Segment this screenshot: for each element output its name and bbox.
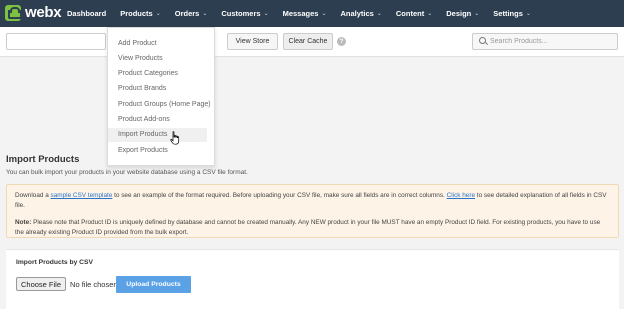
selected-file-status: No file chosen xyxy=(70,279,118,289)
chevron-down-icon: ⌄ xyxy=(321,11,327,17)
nav-item-label: Dashboard xyxy=(67,9,107,18)
choose-file-button[interactable]: Choose File xyxy=(16,277,67,291)
products-dropdown-menu: Add Product View Products Product Categori… xyxy=(107,27,215,166)
field-explanation-link[interactable]: Click here xyxy=(447,192,475,199)
sample-csv-template-link[interactable]: sample CSV template xyxy=(51,192,113,199)
nav-item-label: Products xyxy=(120,9,153,18)
nav-item-label: Messages xyxy=(282,9,319,18)
menu-item-add-product[interactable]: Add Product xyxy=(108,36,214,50)
page-description: You can bulk import your products in you… xyxy=(6,169,248,176)
note-text: Please note that Product ID is uniquely … xyxy=(15,218,601,236)
top-navbar: webx Dashboard Products ⌄ Orders ⌄ Customers ⌄… xyxy=(0,0,624,27)
menu-item-product-add-ons[interactable]: Product Add-ons xyxy=(108,113,214,127)
notice-text: to see an example of the format required… xyxy=(112,192,447,199)
product-search[interactable] xyxy=(472,33,618,50)
menu-item-product-categories[interactable]: Product Categories xyxy=(108,67,214,81)
note-label: Note: xyxy=(15,218,32,226)
help-icon[interactable]: ? xyxy=(337,37,346,46)
upload-products-button[interactable]: Upload Products xyxy=(116,276,191,293)
page-title: Import Products xyxy=(6,154,80,165)
product-id-note: Note: Please note that Product ID is uni… xyxy=(15,218,610,238)
brand-name: webx xyxy=(25,4,62,21)
chevron-down-icon: ⌄ xyxy=(155,11,161,17)
brand-logo[interactable]: webx xyxy=(5,4,62,21)
menu-item-view-products[interactable]: View Products xyxy=(108,51,214,65)
search-icon xyxy=(478,36,490,48)
menu-item-import-products[interactable]: Import Products xyxy=(108,127,207,142)
hand-cursor-icon xyxy=(170,131,180,145)
import-csv-card: Import Products by CSV Choose File No fi… xyxy=(6,249,619,309)
store-url-input[interactable] xyxy=(6,33,106,50)
import-instructions-notice: Download a sample CSV template to see an… xyxy=(6,184,619,238)
chevron-down-icon: ⌄ xyxy=(474,11,480,17)
menu-item-product-groups-home-page[interactable]: Product Groups (Home Page) xyxy=(108,97,214,111)
nav-item-products[interactable]: Products ⌄ xyxy=(120,9,161,18)
main-menu: Dashboard Products ⌄ Orders ⌄ Customers ⌄ Messa… xyxy=(67,0,545,27)
clear-cache-button[interactable]: Clear Cache xyxy=(283,33,333,50)
nav-item-label: Analytics xyxy=(340,9,374,18)
chevron-down-icon: ⌄ xyxy=(376,11,382,17)
nav-item-customers[interactable]: Customers ⌄ xyxy=(221,9,268,18)
nav-item-settings[interactable]: Settings ⌄ xyxy=(493,9,531,18)
notice-text: Download a xyxy=(15,192,51,199)
nav-item-label: Orders xyxy=(174,9,200,18)
toolbar: View Store Clear Cache ? xyxy=(0,27,624,57)
nav-item-label: Design xyxy=(446,9,472,18)
nav-item-label: Customers xyxy=(221,9,261,18)
nav-item-messages[interactable]: Messages ⌄ xyxy=(283,9,327,18)
nav-item-orders[interactable]: Orders ⌄ xyxy=(175,9,208,18)
nav-item-content[interactable]: Content ⌄ xyxy=(396,9,432,18)
nav-item-design[interactable]: Design ⌄ xyxy=(446,9,479,18)
menu-item-product-brands[interactable]: Product Brands xyxy=(108,82,214,96)
nav-item-label: Content xyxy=(395,9,425,18)
shopping-bag-icon xyxy=(5,4,22,21)
nav-item-label: Settings xyxy=(493,9,523,18)
menu-item-export-products[interactable]: Export Products xyxy=(108,143,214,157)
chevron-down-icon: ⌄ xyxy=(202,11,208,17)
chevron-down-icon: ⌄ xyxy=(427,11,433,17)
nav-item-analytics[interactable]: Analytics ⌄ xyxy=(340,9,381,18)
nav-item-dashboard[interactable]: Dashboard xyxy=(67,9,106,18)
file-picker: Choose File No file chosen xyxy=(16,277,118,291)
chevron-down-icon: ⌄ xyxy=(525,11,531,17)
search-input[interactable] xyxy=(490,38,610,45)
template-instructions: Download a sample CSV template to see an… xyxy=(15,191,610,211)
card-title: Import Products by CSV xyxy=(16,259,93,266)
view-store-button[interactable]: View Store xyxy=(227,33,278,50)
chevron-down-icon: ⌄ xyxy=(263,11,269,17)
